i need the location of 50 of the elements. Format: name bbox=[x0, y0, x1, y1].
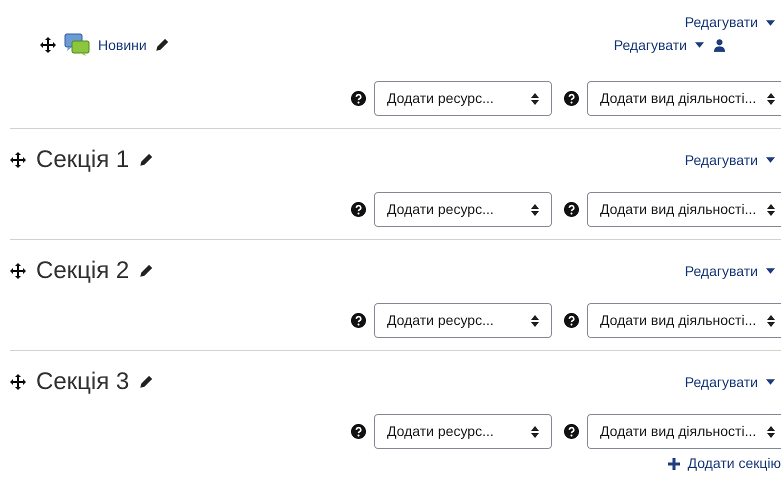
add-resource-select[interactable]: Додати ресурс... bbox=[374, 414, 552, 449]
edit-menu-link[interactable]: Редагувати bbox=[684, 260, 775, 282]
section-title: Секція 2 bbox=[36, 256, 130, 286]
move-icon[interactable] bbox=[40, 37, 56, 53]
select-arrows-icon bbox=[531, 314, 539, 326]
add-activity-select[interactable]: Додати вид діяльності... bbox=[587, 414, 781, 449]
pencil-icon[interactable] bbox=[139, 153, 154, 167]
move-icon[interactable] bbox=[10, 152, 26, 168]
caret-icon bbox=[766, 157, 775, 163]
select-arrows-icon bbox=[531, 92, 539, 104]
edit-menu-link[interactable]: Редагувати bbox=[684, 12, 775, 33]
add-resource-select[interactable]: Додати ресурс... bbox=[374, 303, 552, 338]
add-section-link[interactable]: Додати секцію bbox=[668, 453, 781, 474]
help-icon[interactable] bbox=[564, 424, 579, 439]
help-icon[interactable] bbox=[564, 202, 579, 217]
edit-menu-link[interactable]: Редагувати bbox=[684, 372, 775, 392]
add-resource-select[interactable]: Додати ресурс... bbox=[374, 81, 552, 116]
section-title: Секція 3 bbox=[36, 367, 130, 397]
select-arrows-icon bbox=[531, 426, 539, 438]
select-arrows-icon bbox=[767, 426, 775, 438]
select-arrows-icon bbox=[767, 314, 775, 326]
section-title: Секція 1 bbox=[36, 145, 130, 175]
caret-icon bbox=[695, 42, 704, 48]
caret-icon bbox=[766, 379, 775, 385]
pencil-icon[interactable] bbox=[139, 375, 154, 389]
edit-menu-link[interactable]: Редагувати bbox=[614, 34, 704, 56]
help-icon[interactable] bbox=[564, 313, 579, 328]
move-icon[interactable] bbox=[10, 263, 26, 279]
edit-menu-link[interactable]: Редагувати bbox=[684, 150, 775, 170]
plus-icon bbox=[668, 458, 680, 470]
help-icon[interactable] bbox=[351, 424, 366, 439]
help-icon[interactable] bbox=[351, 91, 366, 106]
activity-link[interactable]: Новини bbox=[98, 34, 147, 56]
select-arrows-icon bbox=[767, 92, 775, 104]
move-icon[interactable] bbox=[10, 374, 26, 390]
select-arrows-icon bbox=[531, 204, 539, 216]
caret-icon bbox=[766, 20, 775, 26]
help-icon[interactable] bbox=[351, 202, 366, 217]
select-arrows-icon bbox=[767, 204, 775, 216]
pencil-icon[interactable] bbox=[154, 38, 169, 52]
user-icon[interactable] bbox=[714, 38, 725, 52]
help-icon[interactable] bbox=[351, 313, 366, 328]
add-resource-select[interactable]: Додати ресурс... bbox=[374, 192, 552, 227]
help-icon[interactable] bbox=[564, 91, 579, 106]
caret-icon bbox=[766, 268, 775, 274]
forum-icon bbox=[64, 33, 90, 57]
add-activity-select[interactable]: Додати вид діяльності... bbox=[587, 303, 781, 338]
add-activity-select[interactable]: Додати вид діяльності... bbox=[587, 192, 781, 227]
pencil-icon[interactable] bbox=[139, 264, 154, 278]
add-activity-select[interactable]: Додати вид діяльності... bbox=[587, 81, 781, 116]
